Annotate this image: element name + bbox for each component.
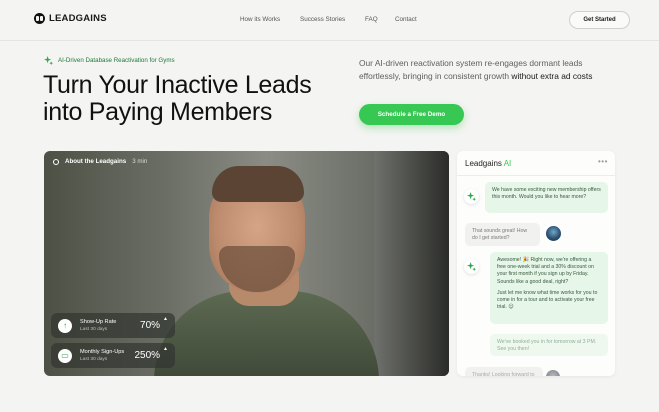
chat-message-bot: We have some exciting new membership off… <box>485 182 608 213</box>
chat-message-bot: We've booked you in for tomorrow at 3 PM… <box>490 334 608 356</box>
hero-tag-text: AI-Driven Database Reactivation for Gyms <box>58 57 175 64</box>
schedule-demo-button[interactable]: Schedule a Free Demo <box>359 104 464 125</box>
brand-name: LEADGAINS <box>49 13 107 24</box>
chat-message-text: Awesome! 🎉 Right now, we're offering a f… <box>497 257 594 285</box>
chat-message-user: That sounds great! How do I get started? <box>465 223 540 246</box>
hero-headline: Turn Your Inactive Leads into Paying Mem… <box>43 72 343 126</box>
video-title: About the Leadgains <box>65 158 127 165</box>
chat-message-bot: Awesome! 🎉 Right now, we're offering a f… <box>490 252 608 324</box>
nav-link-contact[interactable]: Contact <box>395 16 417 23</box>
headline-line-1: Turn Your Inactive Leads <box>43 71 312 99</box>
sparkle-icon <box>467 262 476 271</box>
chat-panel: Leadgains AI ••• We have some exciting n… <box>457 151 615 376</box>
headline-line-2: into Paying Members <box>43 98 273 126</box>
video-duration: 3 min <box>132 158 148 165</box>
logo-icon <box>34 13 45 24</box>
stat-sublabel: Last 30 days <box>80 326 108 332</box>
trend-up-icon: ↑ <box>58 318 72 333</box>
stat-value: 70% <box>140 320 161 331</box>
sparkle-icon <box>44 56 53 65</box>
stat-card-show-up-rate: ↑ Show-Up Rate Last 30 days 70% ▲ <box>51 313 175 338</box>
stat-value: 250% <box>134 350 161 361</box>
stat-label: Show-Up Rate <box>80 318 117 325</box>
bot-avatar-icon <box>464 189 479 204</box>
play-icon[interactable] <box>53 158 59 165</box>
more-options-icon[interactable]: ••• <box>598 157 608 166</box>
video-title-bar[interactable]: About the Leadgains 3 min <box>53 158 147 165</box>
user-avatar <box>546 226 561 241</box>
card-icon: ▭ <box>58 348 72 363</box>
stat-card-monthly-signups: ▭ Monthly Sign-Ups Last 30 days 250% ▲ <box>51 343 175 368</box>
hero-tag: AI-Driven Database Reactivation for Gyms <box>44 56 175 65</box>
sparkle-icon <box>467 192 476 201</box>
user-avatar <box>546 370 560 376</box>
video-person-hair <box>212 166 304 202</box>
hero-subtext: Our AI-driven reactivation system re-eng… <box>359 57 619 82</box>
chat-title: Leadgains AI <box>465 159 512 168</box>
hero-subtext-emphasis: without extra ad costs <box>511 70 593 81</box>
nav-divider <box>0 40 659 41</box>
nav-link-how-it-works[interactable]: How its Works <box>240 16 280 23</box>
stat-label: Monthly Sign-Ups <box>80 348 125 355</box>
bot-avatar-icon <box>464 259 479 274</box>
arrow-up-icon: ▲ <box>163 316 168 322</box>
nav-link-faq[interactable]: FAQ <box>365 16 378 23</box>
video-background <box>374 151 449 376</box>
chat-divider <box>457 175 615 176</box>
chat-title-ai: AI <box>503 159 512 168</box>
stat-sublabel: Last 30 days <box>80 356 108 362</box>
nav-link-success-stories[interactable]: Success Stories <box>300 16 345 23</box>
chat-message-text: Just let me know what time works for you… <box>497 289 598 311</box>
get-started-button[interactable]: Get Started <box>569 11 630 29</box>
brand-logo[interactable]: LEADGAINS <box>34 13 107 24</box>
chat-message-user: Thanks! Looking forward to <box>465 367 543 376</box>
arrow-up-icon: ▲ <box>163 346 168 352</box>
video-player[interactable]: About the Leadgains 3 min ↑ Show-Up Rate… <box>44 151 449 376</box>
